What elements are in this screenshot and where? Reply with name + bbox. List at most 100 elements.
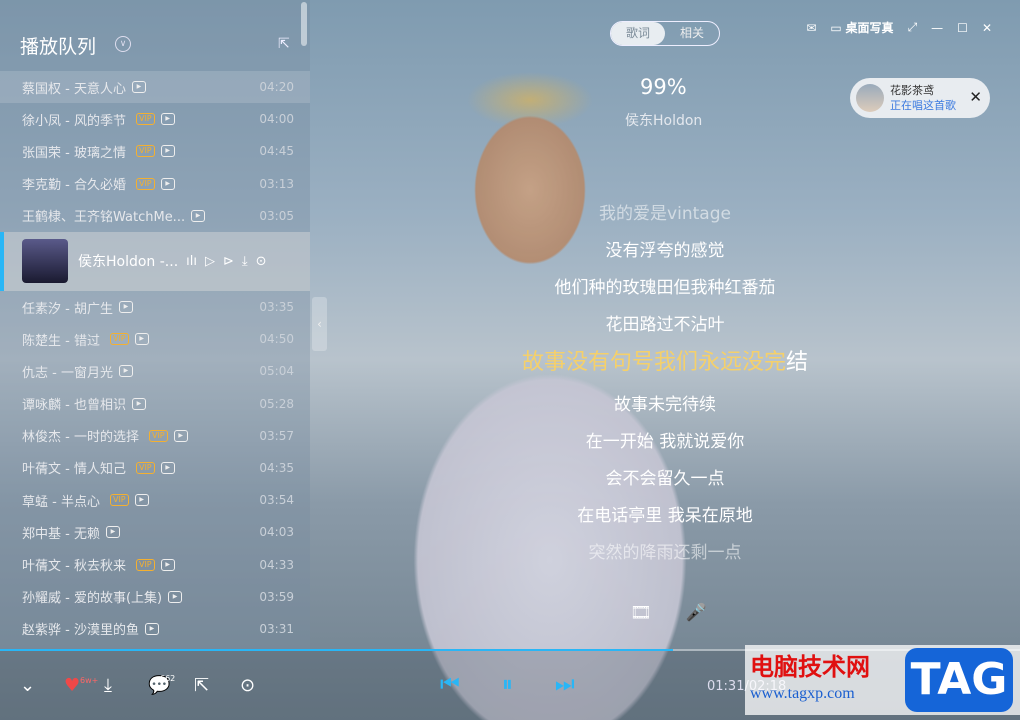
list-item[interactable]: 孙耀威 - 爱的故事(上集) ▶ 03:59	[0, 581, 310, 613]
share-icon[interactable]: ⇱	[278, 36, 290, 52]
singing-notification[interactable]: 花影茶鸢 正在唱这首歌 ✕	[850, 78, 990, 118]
vip-badge: VIP	[135, 177, 155, 190]
list-item[interactable]: 张国荣 - 玻璃之情 VIP ▶ 04:45	[0, 135, 310, 167]
artist-name[interactable]: 侯东Holdon	[625, 110, 702, 130]
pause-icon[interactable]: ⏸	[502, 672, 513, 697]
mv-icon[interactable]: ▶	[118, 365, 133, 378]
song-title: 叶蒨文 - 情人知己	[22, 462, 126, 478]
more-icon[interactable]: ⊙	[240, 675, 255, 696]
list-item[interactable]: 谭咏麟 - 也曾相识 ▶ 05:28	[0, 388, 310, 420]
tab-lyrics[interactable]: 歌词	[611, 22, 665, 45]
desktop-photo-button[interactable]: ▭ 桌面写真	[830, 19, 893, 36]
mv-icon[interactable]: ▶	[131, 81, 146, 94]
mv-icon[interactable]: ▶	[173, 429, 188, 442]
duration: 04:35	[259, 460, 294, 475]
lyrics-panel: 我的爱是vintage 没有浮夸的感觉 他们种的玫瑰田但我种红番茄 花田路过不沾叶 故事…	[480, 200, 850, 576]
maximize-icon[interactable]: ☐	[957, 21, 968, 35]
window-controls: ✉ ▭ 桌面写真 ⤢ — ☐ ✕	[806, 19, 992, 36]
duration: 03:54	[259, 493, 294, 508]
duration: 03:59	[259, 589, 294, 604]
song-title: 赵紫骅 - 沙漠里的鱼	[22, 623, 139, 639]
chevron-down-icon[interactable]: ⌄	[20, 675, 35, 696]
view-tabs: 歌词 相关	[610, 21, 720, 46]
heart-icon[interactable]: ♥	[64, 675, 80, 696]
song-title: 侯东Holdon -...	[78, 254, 179, 271]
microphone-icon[interactable]: 🎤	[686, 603, 707, 623]
list-item[interactable]: 李克勤 - 合久必婚 VIP ▶ 03:13	[0, 168, 310, 200]
mv-icon[interactable]: ▶	[191, 209, 206, 222]
list-item[interactable]: 陈楚生 - 错过 VIP ▶ 04:50	[0, 323, 310, 355]
song-title: 郑中基 - 无赖	[22, 526, 100, 542]
mv-icon[interactable]: ▶	[134, 494, 149, 507]
next-icon[interactable]: ⏭	[555, 672, 575, 697]
list-item[interactable]: 仇志 - 一窗月光 ▶ 05:04	[0, 355, 310, 387]
mv-icon[interactable]: ▶	[168, 590, 183, 603]
lyric-line: 突然的降雨还剩一点	[588, 543, 742, 563]
list-item[interactable]: 叶蒨文 - 情人知己 VIP ▶ 04:35	[0, 452, 310, 484]
duration: 04:45	[259, 144, 294, 159]
list-item[interactable]: 叶蒨文 - 秋去秋来 VIP ▶ 04:33	[0, 548, 310, 580]
duration: 03:05	[259, 208, 294, 223]
avatar	[856, 84, 884, 112]
mv-icon[interactable]: ▶	[160, 558, 175, 571]
song-title: 徐小凤 - 风的季节	[22, 113, 126, 129]
song-title: 陈楚生 - 错过	[22, 333, 100, 349]
duration: 04:00	[259, 112, 294, 127]
list-item[interactable]: 赵紫骅 - 沙漠里的鱼 ▶ 03:31	[0, 613, 310, 645]
close-icon[interactable]: ✕	[982, 21, 992, 35]
list-item[interactable]: 蔡国权 - 天意人心 ▶ 04:20	[0, 71, 310, 104]
song-title: 草蜢 - 半点心	[22, 494, 100, 510]
duration: 04:50	[259, 332, 294, 347]
status-text[interactable]: 正在唱这首歌	[890, 98, 956, 113]
duration: 03:13	[259, 176, 294, 191]
song-title: 王鹤棣、王齐铭WatchMe...	[22, 210, 186, 226]
mv-icon[interactable]: ▶	[160, 177, 175, 190]
current-song[interactable]: 侯东Holdon -... ılı ▷ ⊳ ⤓ ⊙	[0, 231, 310, 291]
scrollbar[interactable]	[301, 2, 307, 46]
list-item[interactable]: 徐小凤 - 风的季节 VIP ▶ 04:00	[0, 103, 310, 135]
minimize-icon[interactable]: —	[931, 21, 943, 35]
song-title: 仇志 - 一窗月光	[22, 365, 113, 381]
mv-icon[interactable]: ▶	[134, 333, 149, 346]
song-title: 李克勤 - 合久必婚	[22, 178, 126, 194]
list-item[interactable]: 王鹤棣、王齐铭WatchMe... ▶ 03:05	[0, 200, 310, 232]
collapse-sidebar-button[interactable]: ‹	[312, 297, 327, 351]
mv-icon[interactable]: ▶	[144, 622, 159, 635]
equalizer-icon: ılı	[186, 253, 198, 269]
film-icon[interactable]: 🎞	[630, 603, 652, 623]
share-icon[interactable]: ⇱	[194, 675, 209, 696]
queue-title: 播放队列	[20, 36, 97, 58]
mv-icon[interactable]: ▶	[160, 461, 175, 474]
fullscreen-icon[interactable]: ⤢	[908, 20, 918, 35]
comment-count: 662	[160, 674, 176, 683]
duration: 03:31	[259, 621, 294, 636]
match-percent: 99%	[640, 75, 687, 99]
lyric-line: 他们种的玫瑰田但我种红番茄	[554, 278, 776, 298]
add-to-playlist-icon[interactable]: ⊳	[223, 254, 234, 269]
chevron-down-icon[interactable]: ∨	[115, 36, 131, 52]
mv-icon[interactable]: ▶	[160, 145, 175, 158]
user-name: 花影茶鸢	[890, 84, 934, 97]
duration: 04:33	[259, 557, 294, 572]
previous-icon[interactable]: ⏮	[440, 672, 460, 697]
download-icon[interactable]: ⤓	[242, 254, 248, 269]
vip-badge: VIP	[148, 429, 168, 442]
mv-icon[interactable]: ▶	[131, 397, 146, 410]
list-item[interactable]: 林俊杰 - 一时的选择 VIP ▶ 03:57	[0, 420, 310, 452]
duration: 04:20	[259, 80, 294, 95]
more-icon[interactable]: ⊙	[256, 254, 267, 269]
list-item[interactable]: 郑中基 - 无赖 ▶ 04:03	[0, 516, 310, 548]
list-item[interactable]: 任素汐 - 胡广生 ▶ 03:35	[0, 291, 310, 323]
download-vip-icon[interactable]: ⤓	[104, 675, 112, 696]
list-item[interactable]: 草蜢 - 半点心 VIP ▶ 03:54	[0, 484, 310, 516]
mv-icon[interactable]: ▷	[205, 254, 215, 269]
play-queue: 播放队列 ∨ ⇱ 蔡国权 - 天意人心 ▶ 04:20 徐小凤 - 风的季节 VIP ▶ 0…	[0, 0, 310, 650]
mail-icon[interactable]: ✉	[806, 21, 816, 35]
mv-icon[interactable]: ▶	[160, 113, 175, 126]
close-icon[interactable]: ✕	[969, 88, 982, 106]
duration: 04:03	[259, 525, 294, 540]
lyric-line: 花田路过不沾叶	[605, 315, 725, 335]
mv-icon[interactable]: ▶	[105, 526, 120, 539]
tab-related[interactable]: 相关	[665, 22, 719, 45]
mv-icon[interactable]: ▶	[118, 301, 133, 314]
